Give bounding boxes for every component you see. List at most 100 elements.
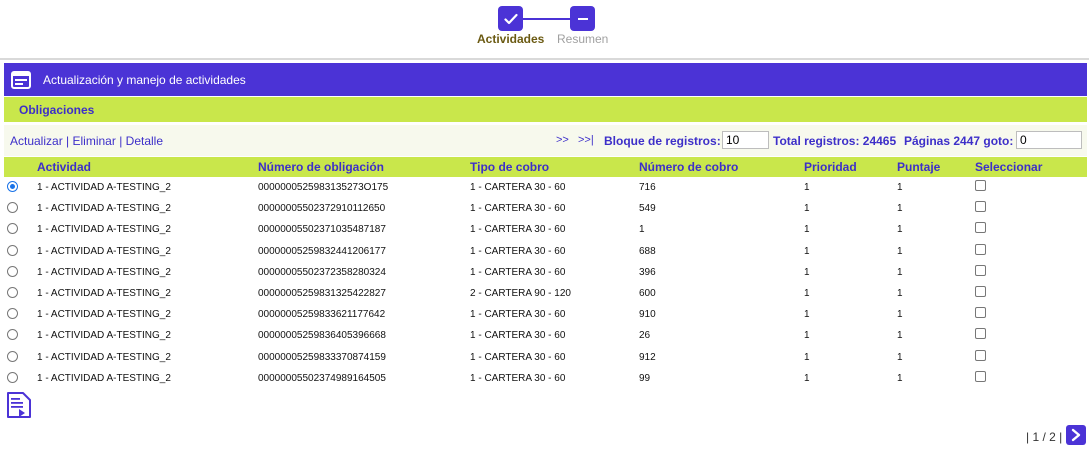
numero-obligacion-cell: 00000005259833370874159	[258, 351, 386, 363]
numero-cobro-cell: 396	[639, 266, 656, 278]
row-radio[interactable]	[7, 244, 18, 256]
actividad-cell: 1 - ACTIVIDAD A-TESTING_2	[37, 372, 171, 384]
row-select-checkbox[interactable]	[975, 370, 986, 382]
numero-cobro-cell: 688	[639, 245, 656, 257]
step-label-resumen: Resumen	[557, 32, 609, 46]
toolbar-links: Actualizar | Eliminar | Detalle	[10, 134, 163, 148]
detalle-link[interactable]: Detalle	[126, 134, 163, 148]
prioridad-cell: 1	[804, 203, 810, 215]
row-radio[interactable]	[7, 223, 18, 235]
tipo-cobro-cell: 1 - CARTERA 30 - 60	[470, 309, 566, 321]
row-select-checkbox[interactable]	[975, 180, 986, 191]
puntaje-cell: 1	[897, 330, 903, 342]
actividad-cell: 1 - ACTIVIDAD A-TESTING_2	[37, 309, 171, 321]
column-header-puntaje[interactable]: Puntaje	[897, 160, 940, 174]
column-header-seleccionar[interactable]: Seleccionar	[975, 160, 1042, 174]
numero-obligacion-cell: 00000005502374989164505	[258, 372, 386, 384]
step-label-actividades: Actividades	[477, 32, 545, 46]
separator: |	[119, 134, 123, 148]
column-header-numero-cobro[interactable]: Número de cobro	[639, 160, 738, 174]
panel-title: Actualización y manejo de actividades	[43, 72, 246, 87]
actualizar-link[interactable]: Actualizar	[10, 134, 63, 148]
last-page-link[interactable]: >>|	[578, 134, 594, 146]
table-row[interactable]: 1 - ACTIVIDAD A-TESTING_2 00000005259836…	[4, 325, 1087, 346]
next-page-link[interactable]: >>	[556, 134, 569, 146]
pagination-indicator: | 1 / 2 |	[1026, 430, 1063, 444]
row-select-checkbox[interactable]	[975, 264, 986, 276]
prioridad-cell: 1	[804, 182, 810, 193]
puntaje-cell: 1	[897, 266, 903, 278]
table-row[interactable]: 1 - ACTIVIDAD A-TESTING_2 00000005259831…	[4, 283, 1087, 304]
table-row[interactable]: 1 - ACTIVIDAD A-TESTING_2 00000005259833…	[4, 347, 1087, 368]
row-radio[interactable]	[7, 329, 18, 341]
row-radio[interactable]	[7, 350, 18, 362]
row-select-checkbox[interactable]	[975, 201, 986, 213]
table-row[interactable]: 1 - ACTIVIDAD A-TESTING_2 00000005502372…	[4, 198, 1087, 219]
prioridad-cell: 1	[804, 330, 810, 342]
actividad-cell: 1 - ACTIVIDAD A-TESTING_2	[37, 224, 171, 236]
numero-obligacion-cell: 00000005259833621177642	[258, 309, 386, 321]
column-header-actividad[interactable]: Actividad	[37, 160, 91, 174]
step-resumen-button[interactable]	[570, 6, 595, 31]
row-radio[interactable]	[7, 308, 18, 320]
column-header-tipo-cobro[interactable]: Tipo de cobro	[470, 160, 549, 174]
row-select-checkbox[interactable]	[975, 328, 986, 340]
row-select-checkbox[interactable]	[975, 222, 986, 234]
numero-obligacion-cell: 00000005502371035487187	[258, 224, 386, 236]
row-radio[interactable]	[7, 181, 18, 192]
actividad-cell: 1 - ACTIVIDAD A-TESTING_2	[37, 182, 171, 193]
table-toolbar: Actualizar | Eliminar | Detalle >> >>| B…	[4, 125, 1087, 156]
actividad-cell: 1 - ACTIVIDAD A-TESTING_2	[37, 330, 171, 342]
form-icon	[11, 70, 31, 89]
panel-header: Actualización y manejo de actividades	[4, 63, 1087, 96]
tipo-cobro-cell: 1 - CARTERA 30 - 60	[470, 266, 566, 278]
tipo-cobro-cell: 1 - CARTERA 30 - 60	[470, 182, 566, 193]
document-play-icon[interactable]	[6, 391, 32, 419]
puntaje-cell: 1	[897, 372, 903, 384]
next-page-button[interactable]	[1066, 425, 1086, 445]
row-radio[interactable]	[7, 371, 18, 383]
row-select-checkbox[interactable]	[975, 243, 986, 255]
table-row[interactable]: 1 - ACTIVIDAD A-TESTING_2 00000005502372…	[4, 262, 1087, 283]
tipo-cobro-cell: 1 - CARTERA 30 - 60	[470, 203, 566, 215]
actividad-cell: 1 - ACTIVIDAD A-TESTING_2	[37, 351, 171, 363]
prioridad-cell: 1	[804, 351, 810, 363]
prioridad-cell: 1	[804, 224, 810, 236]
table-row[interactable]: 1 - ACTIVIDAD A-TESTING_2 00000005502374…	[4, 368, 1087, 389]
actividad-cell: 1 - ACTIVIDAD A-TESTING_2	[37, 266, 171, 278]
prioridad-cell: 1	[804, 266, 810, 278]
tipo-cobro-cell: 1 - CARTERA 30 - 60	[470, 330, 566, 342]
row-radio[interactable]	[7, 202, 18, 214]
progress-stepper: Actividades Resumen	[0, 0, 1089, 58]
tipo-cobro-cell: 1 - CARTERA 30 - 60	[470, 245, 566, 257]
eliminar-link[interactable]: Eliminar	[73, 134, 116, 148]
numero-cobro-cell: 549	[639, 203, 656, 215]
table-row[interactable]: 1 - ACTIVIDAD A-TESTING_2 00000005259831…	[4, 177, 1087, 198]
column-header-numero-obligacion[interactable]: Número de obligación	[258, 160, 384, 174]
table-row[interactable]: 1 - ACTIVIDAD A-TESTING_2 00000005259832…	[4, 241, 1087, 262]
prioridad-cell: 1	[804, 309, 810, 321]
actividad-cell: 1 - ACTIVIDAD A-TESTING_2	[37, 287, 171, 299]
block-size-input[interactable]	[722, 131, 769, 149]
puntaje-cell: 1	[897, 287, 903, 299]
numero-obligacion-cell: 00000005502372910112650	[258, 203, 386, 215]
table-row[interactable]: 1 - ACTIVIDAD A-TESTING_2 00000005502371…	[4, 219, 1087, 240]
row-select-checkbox[interactable]	[975, 349, 986, 361]
numero-obligacion-cell: 00000005259831325422827	[258, 287, 386, 299]
table-row[interactable]: 1 - ACTIVIDAD A-TESTING_2 00000005259833…	[4, 304, 1087, 325]
row-radio[interactable]	[7, 286, 18, 298]
row-select-checkbox[interactable]	[975, 307, 986, 319]
row-select-checkbox[interactable]	[975, 285, 986, 297]
total-records-label: Total registros: 24465	[773, 134, 897, 148]
step-connector	[523, 18, 570, 20]
column-header-prioridad[interactable]: Prioridad	[804, 160, 857, 174]
row-radio[interactable]	[7, 265, 18, 277]
step-actividades-button[interactable]	[498, 6, 523, 31]
goto-page-input[interactable]	[1016, 131, 1082, 149]
table-body: 1 - ACTIVIDAD A-TESTING_2 00000005259831…	[4, 177, 1087, 389]
minus-icon	[577, 17, 588, 20]
puntaje-cell: 1	[897, 203, 903, 215]
puntaje-cell: 1	[897, 351, 903, 363]
tipo-cobro-cell: 1 - CARTERA 30 - 60	[470, 372, 566, 384]
numero-obligacion-cell: 00000005502372358280324	[258, 266, 386, 278]
